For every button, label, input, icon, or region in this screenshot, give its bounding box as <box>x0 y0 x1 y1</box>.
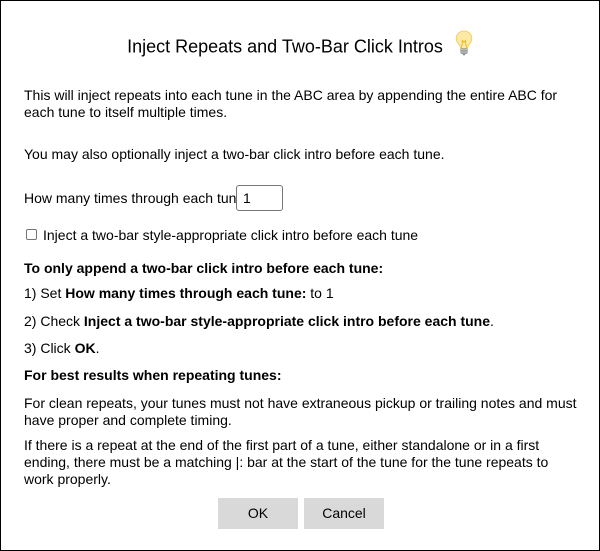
step-2-suffix: . <box>490 313 494 329</box>
step-3-suffix: . <box>95 340 100 356</box>
step-3: 3) Click OK. <box>24 340 580 357</box>
step-3-prefix: 3) Click <box>24 340 75 356</box>
step-2-bold: Inject a two-bar style-appropriate click… <box>83 313 491 329</box>
only-intro-heading: To only append a two-bar click intro bef… <box>24 260 384 276</box>
step-1-prefix: 1) Set <box>24 285 66 301</box>
dialog-title: Inject Repeats and Two-Bar Click Intros <box>127 36 443 57</box>
times-through-label: How many times through each tune: <box>24 190 249 206</box>
optional-intro-note: You may also optionally inject a two-bar… <box>24 146 445 162</box>
step-2-prefix: 2) Check <box>24 313 84 329</box>
step-1-suffix: to 1 <box>306 285 334 301</box>
inject-repeats-dialog: Inject Repeats and Two-Bar Click Intros … <box>0 0 600 551</box>
times-through-input[interactable] <box>236 185 283 211</box>
step-1-bold: How many times through each tune: <box>65 285 307 301</box>
intro-text: This will inject repeats into each tune … <box>24 87 558 120</box>
clean-repeats-note: For clean repeats, your tunes must not h… <box>24 395 577 428</box>
step-2: 2) Check Inject a two-bar style-appropri… <box>24 313 580 330</box>
ok-button[interactable]: OK <box>218 498 298 529</box>
step-1: 1) Set How many times through each tune:… <box>24 285 580 302</box>
click-intro-checkbox-row[interactable]: Inject a two-bar style-appropriate click… <box>26 227 418 244</box>
repeat-bar-note: If there is a repeat at the end of the f… <box>24 437 549 487</box>
best-results-heading: For best results when repeating tunes: <box>24 367 282 383</box>
click-intro-checkbox[interactable] <box>26 228 37 240</box>
step-3-bold: OK <box>74 340 96 356</box>
click-intro-checkbox-label[interactable]: Inject a two-bar style-appropriate click… <box>43 227 418 243</box>
dialog-title-row: Inject Repeats and Two-Bar Click Intros <box>1 27 599 64</box>
lightbulb-icon[interactable] <box>455 30 473 56</box>
cancel-button[interactable]: Cancel <box>304 498 384 529</box>
